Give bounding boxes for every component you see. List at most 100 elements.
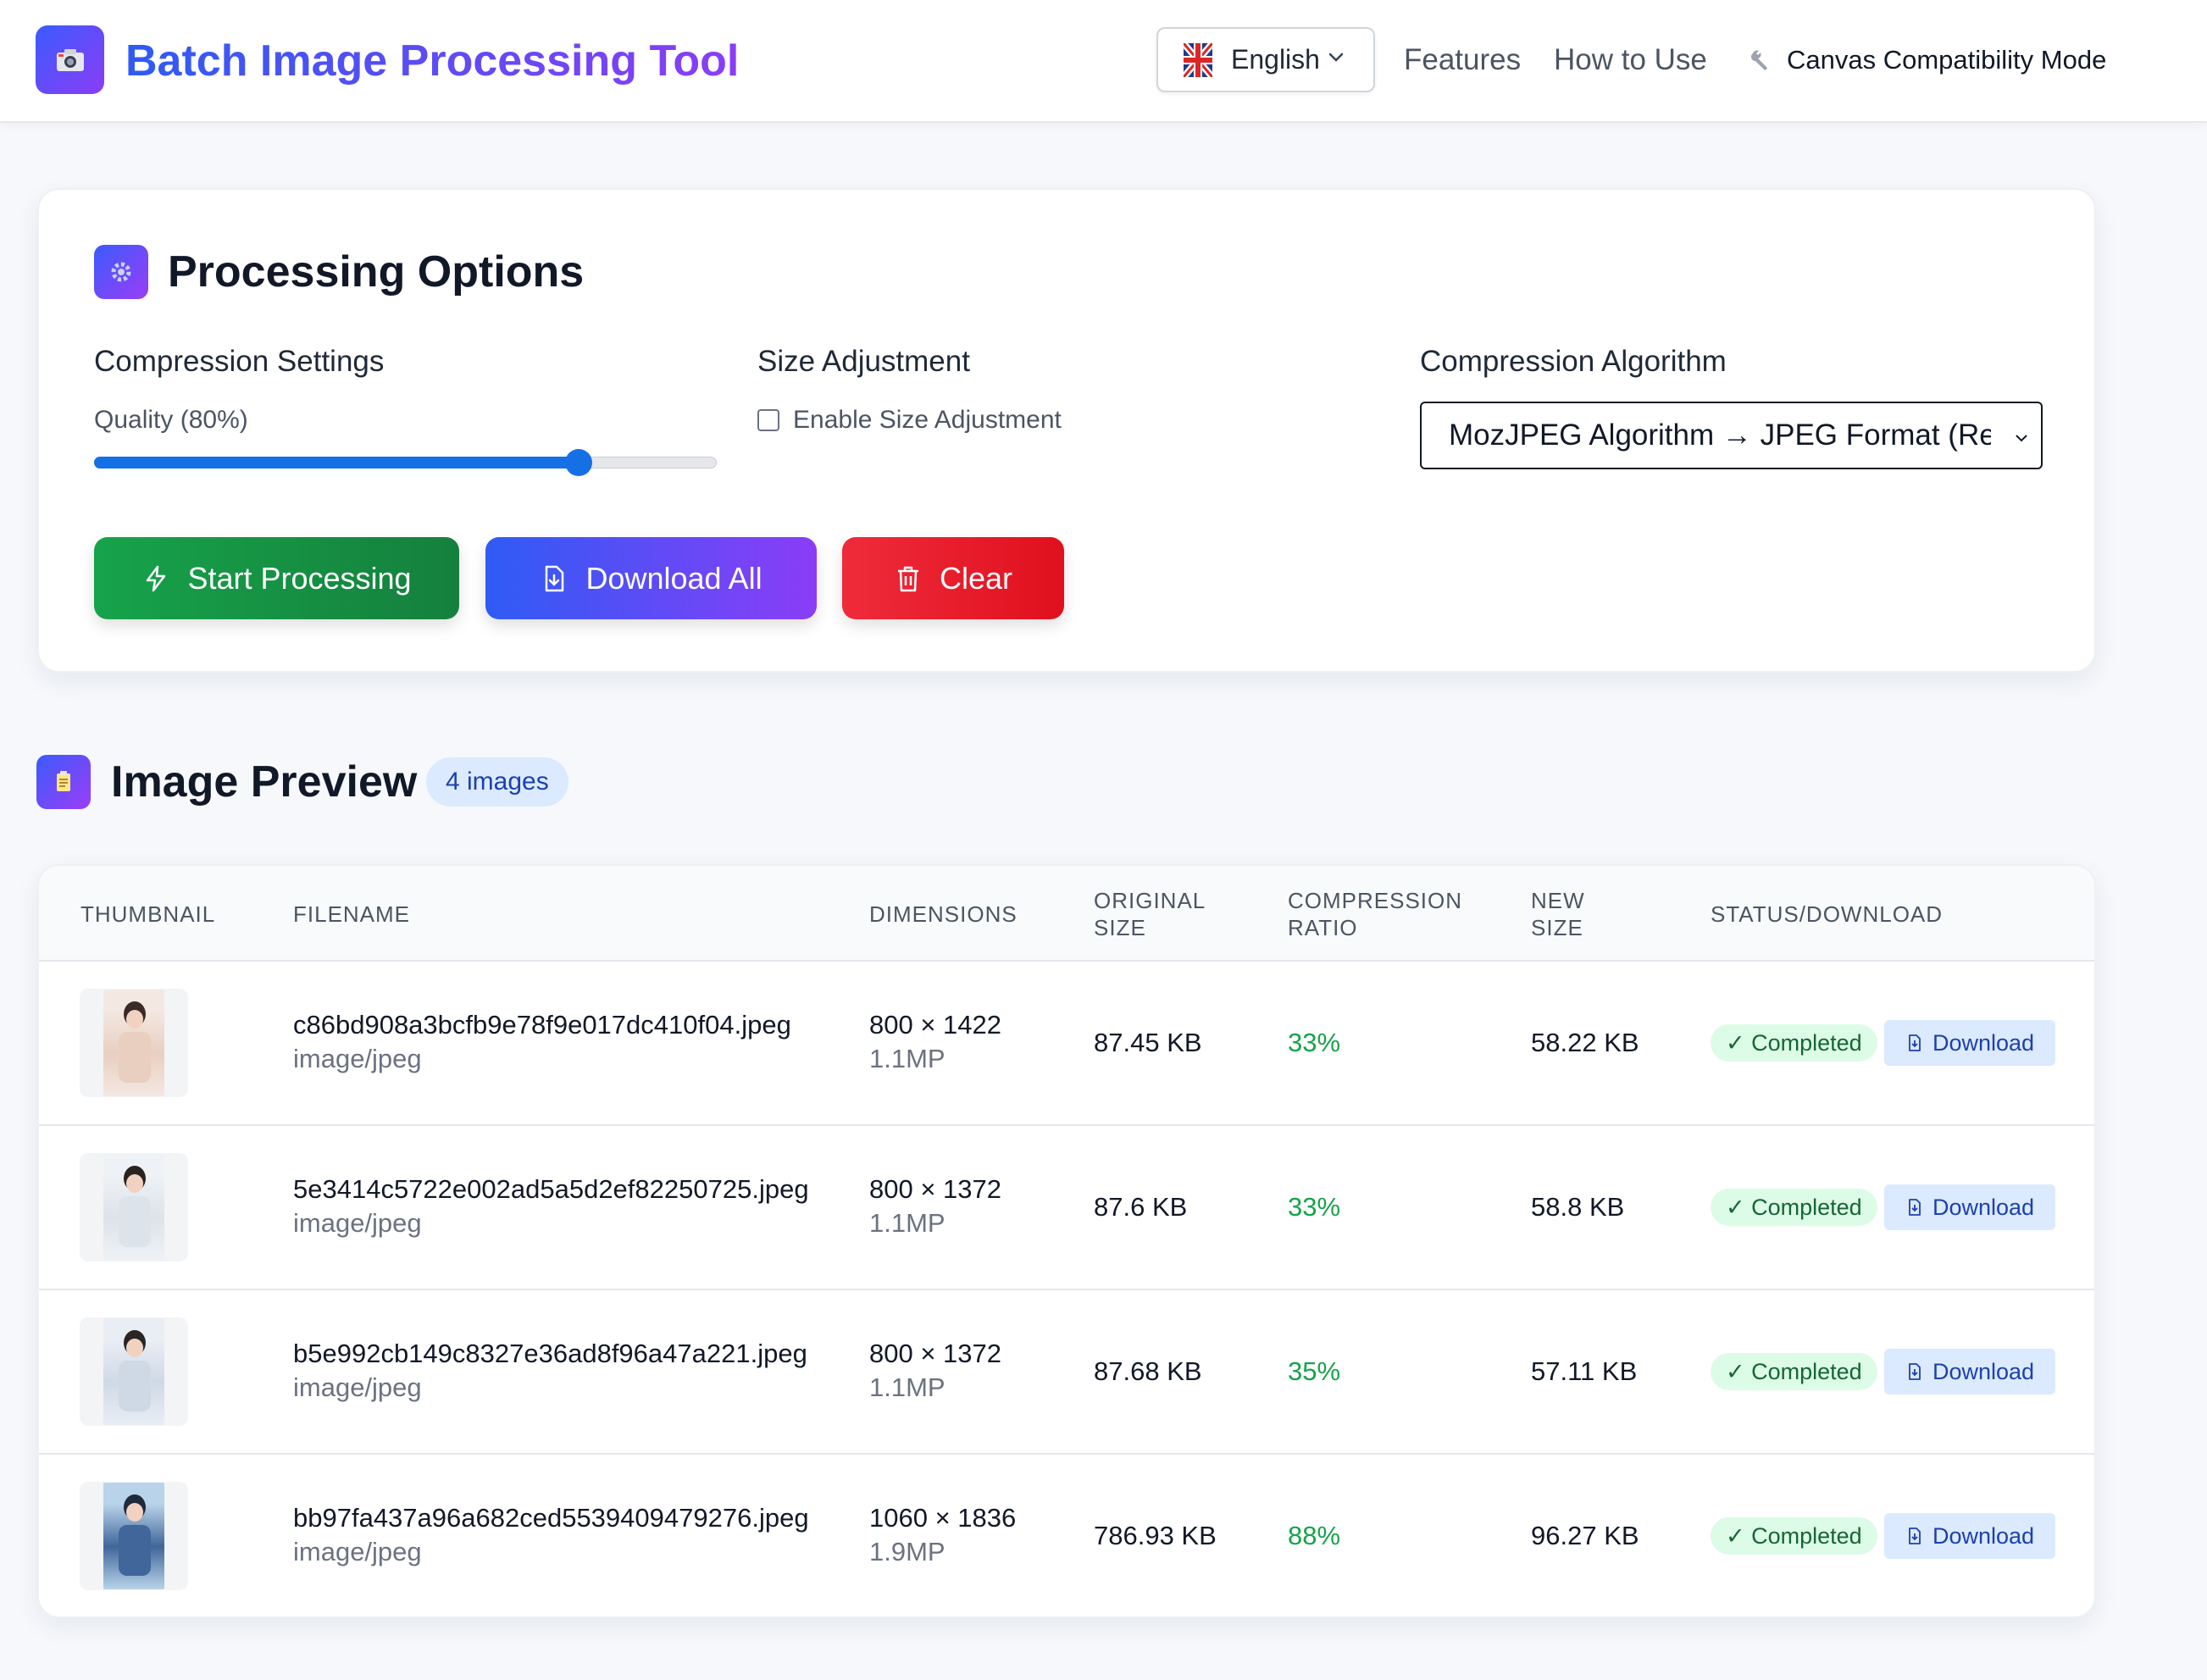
app-title: Batch Image Processing Tool xyxy=(125,32,739,90)
slider-thumb[interactable] xyxy=(564,449,592,476)
thumbnail-image[interactable] xyxy=(80,1153,188,1261)
file-download-icon xyxy=(1909,1363,1921,1380)
megapixels: 1.1MP xyxy=(869,1372,945,1402)
status-badge: ✓ Completed xyxy=(1711,1189,1877,1226)
original-size: 87.68 KB xyxy=(1094,1356,1202,1386)
dimensions: 800 × 1372 xyxy=(869,1339,1002,1368)
status-badge: ✓ Completed xyxy=(1711,1353,1877,1390)
nav-features-link[interactable]: Features xyxy=(1404,37,1521,83)
file-download-icon xyxy=(546,565,564,591)
thumbnail-photo xyxy=(103,990,164,1096)
table-header: THUMBNAIL FILENAME DIMENSIONS ORIGINAL SI… xyxy=(39,866,2094,962)
col-thumbnail: THUMBNAIL xyxy=(80,901,216,927)
slider-fill xyxy=(94,457,579,469)
thumbnail-image[interactable] xyxy=(80,989,188,1097)
download-button[interactable]: Download xyxy=(1884,1349,2055,1394)
file-type: image/jpeg xyxy=(293,1044,422,1073)
download-all-label: Download All xyxy=(585,560,762,596)
clear-button[interactable]: Clear xyxy=(842,537,1064,619)
dimensions: 800 × 1372 xyxy=(869,1174,1002,1204)
download-button[interactable]: Download xyxy=(1884,1184,2055,1230)
enable-size-adjustment-row[interactable]: Enable Size Adjustment xyxy=(757,402,1062,439)
new-size: 58.8 KB xyxy=(1531,1192,1625,1222)
table-row: c86bd908a3bcfb9e78f9e017dc410f04.jpeg im… xyxy=(39,962,2094,1126)
download-button[interactable]: Download xyxy=(1884,1020,2055,1066)
clear-label: Clear xyxy=(939,560,1013,596)
download-button[interactable]: Download xyxy=(1884,1513,2055,1559)
thumbnail-image[interactable] xyxy=(80,1482,188,1590)
image-table: THUMBNAIL FILENAME DIMENSIONS ORIGINAL SI… xyxy=(37,864,2096,1618)
nav-how-to-use-link[interactable]: How to Use xyxy=(1554,37,1707,83)
col-new-size: NEW SIZE xyxy=(1531,887,1585,940)
thumbnail-photo xyxy=(103,1483,164,1589)
megapixels: 1.9MP xyxy=(869,1537,945,1566)
file-type: image/jpeg xyxy=(293,1537,422,1566)
compression-ratio: 35% xyxy=(1288,1356,1341,1386)
original-size: 87.6 KB xyxy=(1094,1192,1188,1222)
gear-icon xyxy=(94,245,148,299)
compression-ratio: 33% xyxy=(1288,1192,1341,1222)
file-download-icon xyxy=(1909,1528,1921,1544)
download-label: Download xyxy=(1932,1358,2035,1384)
col-original-size: ORIGINAL SIZE xyxy=(1094,887,1206,940)
filename: b5e992cb149c8327e36ad8f96a47a221.jpeg xyxy=(293,1339,807,1368)
download-label: Download xyxy=(1932,1522,2035,1549)
start-processing-label: Start Processing xyxy=(187,560,412,596)
file-download-icon xyxy=(1909,1034,1921,1051)
file-type: image/jpeg xyxy=(293,1372,422,1402)
quality-slider[interactable] xyxy=(94,449,717,476)
lightning-icon xyxy=(147,565,166,591)
processing-options-title: Processing Options xyxy=(168,247,585,297)
download-all-button[interactable]: Download All xyxy=(485,537,817,619)
status-badge: ✓ Completed xyxy=(1711,1517,1877,1555)
quality-label: Quality (80%) xyxy=(94,406,248,434)
filename: bb97fa437a96a682ced5539409479276.jpeg xyxy=(293,1503,809,1533)
filename: 5e3414c5722e002ad5a5d2ef82250725.jpeg xyxy=(293,1174,809,1204)
wrench-icon xyxy=(1751,50,1767,70)
chevron-down-icon xyxy=(2016,435,2027,442)
start-processing-button[interactable]: Start Processing xyxy=(94,537,459,619)
algorithm-value: MozJPEG Algorithm → JPEG Format (Reco xyxy=(1449,419,1991,452)
file-download-icon xyxy=(1909,1199,1921,1216)
thumbnail-photo xyxy=(103,1318,164,1425)
compression-ratio: 33% xyxy=(1288,1028,1341,1057)
dimensions: 1060 × 1836 xyxy=(869,1503,1017,1533)
megapixels: 1.1MP xyxy=(869,1044,945,1073)
compression-algorithm-select[interactable]: MozJPEG Algorithm → JPEG Format (Reco xyxy=(1420,402,2043,469)
download-label: Download xyxy=(1932,1029,2035,1056)
clipboard-icon xyxy=(36,755,91,809)
camera-icon xyxy=(36,25,104,94)
chevron-down-icon xyxy=(1328,53,1344,62)
canvas-compat-mode-button[interactable]: Canvas Compatibility Mode xyxy=(1748,39,2106,81)
image-preview-title: Image Preview xyxy=(111,757,418,807)
file-type: image/jpeg xyxy=(293,1208,422,1238)
filename: c86bd908a3bcfb9e78f9e017dc410f04.jpeg xyxy=(293,1010,791,1040)
col-status-download: STATUS/DOWNLOAD xyxy=(1711,901,1944,927)
col-dimensions: DIMENSIONS xyxy=(869,901,1018,927)
download-label: Download xyxy=(1932,1194,2035,1220)
language-select[interactable]: English xyxy=(1156,27,1375,92)
col-filename: FILENAME xyxy=(293,901,411,927)
uk-flag-icon xyxy=(1184,42,1212,77)
enable-size-adjustment-label: Enable Size Adjustment xyxy=(793,406,1062,434)
compat-mode-label: Canvas Compatibility Mode xyxy=(1787,45,2107,75)
thumbnail-image[interactable] xyxy=(80,1317,188,1426)
status-badge: ✓ Completed xyxy=(1711,1024,1877,1062)
table-row: bb97fa437a96a682ced5539409479276.jpeg im… xyxy=(39,1455,2094,1616)
dimensions: 800 × 1422 xyxy=(869,1010,1002,1040)
original-size: 786.93 KB xyxy=(1094,1521,1217,1550)
language-label: English xyxy=(1231,44,1320,75)
image-count-badge: 4 images xyxy=(426,757,568,807)
new-size: 58.22 KB xyxy=(1531,1028,1639,1057)
new-size: 96.27 KB xyxy=(1531,1521,1639,1550)
table-row: b5e992cb149c8327e36ad8f96a47a221.jpeg im… xyxy=(39,1290,2094,1455)
col-compression-ratio: COMPRESSION RATIO xyxy=(1288,887,1463,940)
new-size: 57.11 KB xyxy=(1531,1356,1638,1386)
table-row: 5e3414c5722e002ad5a5d2ef82250725.jpeg im… xyxy=(39,1126,2094,1290)
trash-icon xyxy=(897,566,918,591)
enable-size-adjustment-checkbox[interactable] xyxy=(757,409,779,431)
compression-ratio: 88% xyxy=(1288,1521,1341,1550)
compression-algorithm-label: Compression Algorithm xyxy=(1420,345,1727,378)
thumbnail-photo xyxy=(103,1154,164,1261)
original-size: 87.45 KB xyxy=(1094,1028,1202,1057)
